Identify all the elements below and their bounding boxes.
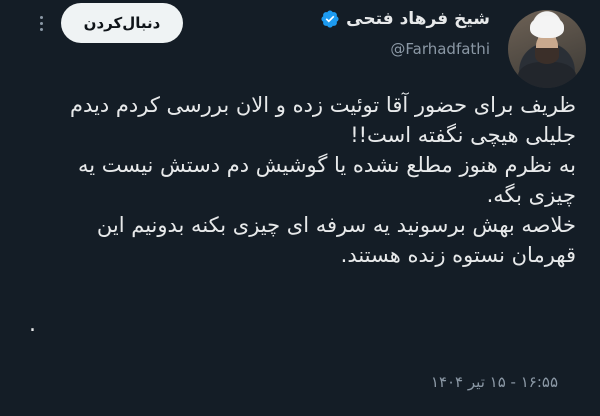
tweet-body-line: ظریف برای حضور آقا توئیت زده و الان بررس… [70,93,576,117]
tweet-body-line: قهرمان نستوه زنده هستند. [340,243,576,267]
more-vertical-icon[interactable] [30,12,52,34]
follow-button[interactable]: دنبال‌کردن [61,3,183,43]
tweet-body-line: چیزی بگه. [486,183,576,207]
tweet-trailing-text: . [29,312,36,337]
avatar-robe [518,62,576,88]
avatar-beard [535,48,559,64]
avatar-turban [530,16,564,38]
tweet-body: ظریف برای حضور آقا توئیت زده و الان بررس… [16,90,576,270]
author-handle[interactable]: @Farhadfathi [390,40,490,58]
more-dot [39,15,43,19]
more-dot [39,27,43,31]
tweet-body-line: خلاصه بهش برسونید یه سرفه ای چیزی بکنه ب… [96,213,576,237]
tweet-card: شیخ فرهاد فتحی @Farhadfathi دنبال‌کردن ظ… [0,0,600,416]
author-display-name[interactable]: شیخ فرهاد فتحی [346,9,490,29]
verified-badge-icon [321,10,339,28]
more-dot [39,21,43,25]
tweet-timestamp[interactable]: ۱۶:۵۵ - ۱۵ تیر ۱۴۰۴ [431,373,558,391]
tweet-body-line: جلیلی هیچی نگفته است!! [350,123,576,147]
author-name-row[interactable]: شیخ فرهاد فتحی [320,9,490,29]
avatar[interactable] [508,10,586,88]
tweet-body-line: به نظرم هنوز مطلع نشده یا گوشیش دم دستش … [78,153,576,177]
